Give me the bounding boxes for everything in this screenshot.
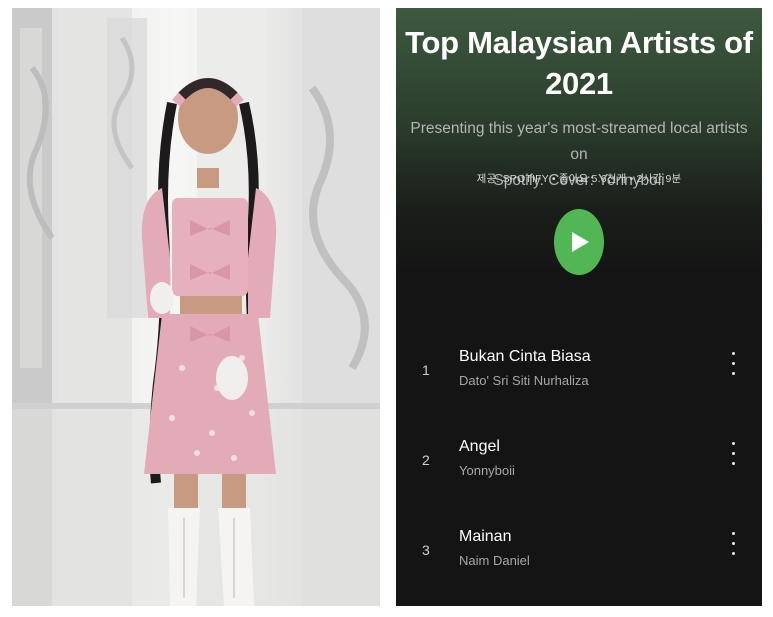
track-number: 1 (422, 362, 430, 378)
play-button[interactable] (554, 209, 604, 275)
more-options-icon[interactable] (722, 438, 746, 472)
track-title: Bukan Cinta Biasa (459, 348, 591, 365)
track-row[interactable]: 2 Angel Yonnyboii (396, 432, 762, 492)
track-number: 2 (422, 452, 430, 468)
more-options-icon[interactable] (722, 528, 746, 562)
playlist-title-line-1: Top Malaysian Artists of (405, 25, 753, 60)
track-row[interactable]: 3 Mainan Naim Daniel (396, 522, 762, 582)
playlist-description-line-1: Presenting this year's most-streamed loc… (410, 120, 748, 163)
track-title: Angel (459, 438, 500, 455)
playlist-title-line-2: 2021 (545, 66, 613, 101)
more-options-icon[interactable] (722, 348, 746, 382)
play-icon (572, 232, 589, 252)
track-artist: Naim Daniel (459, 553, 530, 568)
playlist-panel: Top Malaysian Artists of 2021 Presenting… (396, 8, 762, 606)
track-artist: Yonnyboii (459, 463, 515, 478)
track-number: 3 (422, 542, 430, 558)
track-title: Mainan (459, 528, 512, 545)
playlist-meta: 제공: SPOTIFY • 좋아요 5.6천개 • 2시간 9분 (476, 173, 682, 185)
cover-photo (12, 8, 380, 606)
playlist-title: Top Malaysian Artists of 2021 (396, 22, 762, 104)
track-artist: Dato' Sri Siti Nurhaliza (459, 373, 589, 388)
track-row[interactable]: 1 Bukan Cinta Biasa Dato' Sri Siti Nurha… (396, 342, 762, 402)
cover-illustration (12, 8, 380, 606)
